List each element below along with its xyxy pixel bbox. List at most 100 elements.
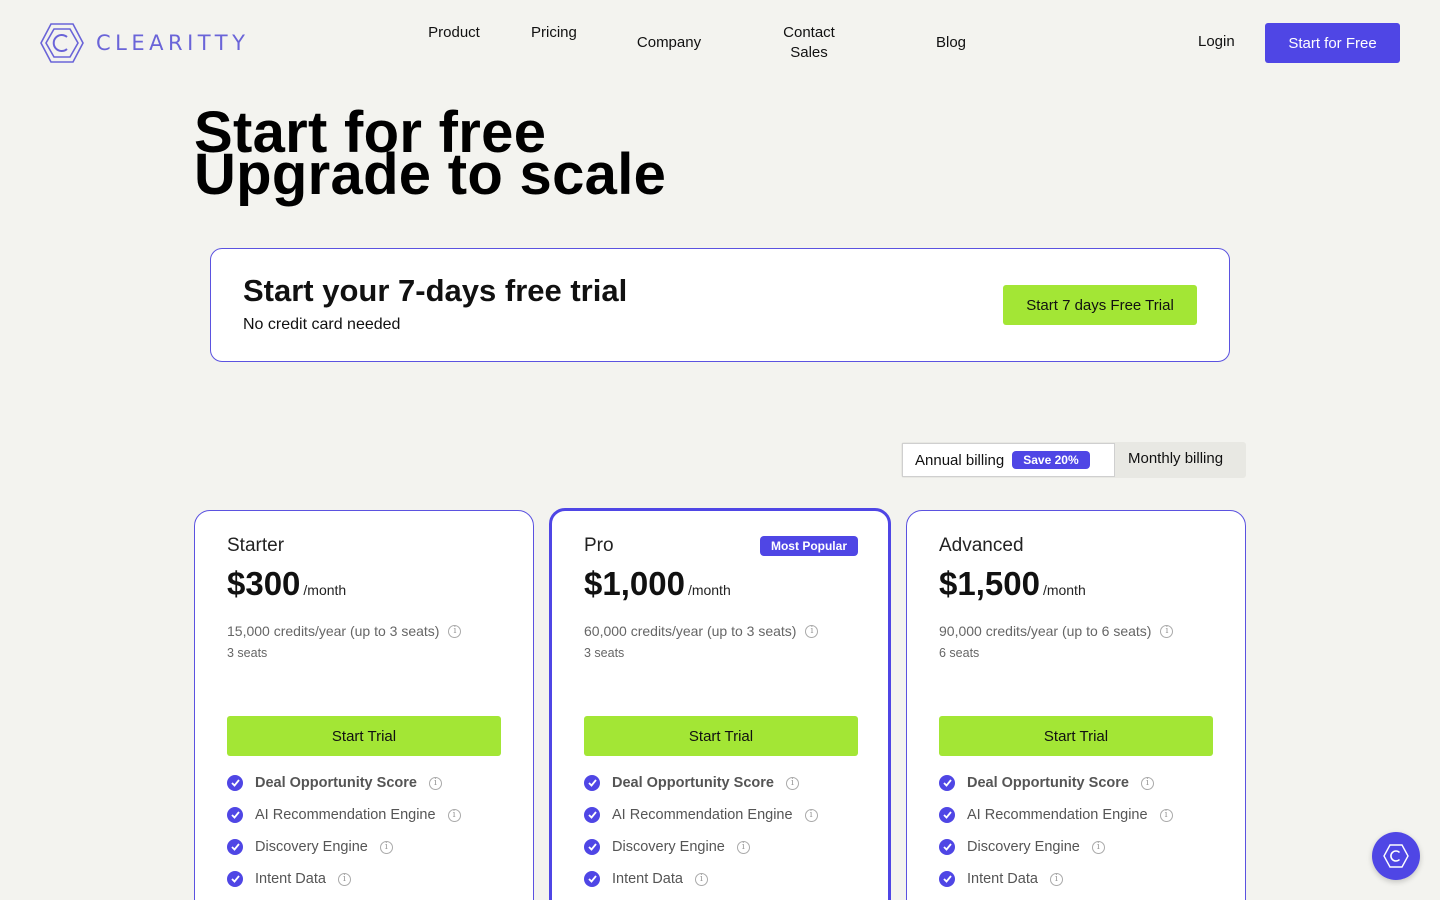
info-icon[interactable]: i [448,624,462,638]
plan-period: /month [687,582,731,598]
nav-blog[interactable]: Blog [930,33,972,53]
feature-list: Deal Opportunity Score i AI Recommendati… [584,767,858,895]
check-circle-icon [227,775,243,791]
info-icon[interactable]: i [337,872,351,886]
info-icon[interactable]: i [1049,872,1063,886]
feature-item: Discovery Engine i [227,831,501,863]
info-icon[interactable]: i [1091,840,1105,854]
feature-item: Discovery Engine i [939,831,1213,863]
nav-pricing[interactable]: Pricing [531,23,577,43]
nav-product-label: Product [428,24,480,41]
feature-label: AI Recommendation Engine [967,807,1148,823]
feature-item: Intent Data i [227,863,501,895]
start-trial-button[interactable]: Start Trial [227,716,501,756]
feature-item: Intent Data i [939,863,1213,895]
plan-credits: 90,000 credits/year (up to 6 seats) i [939,623,1174,639]
trial-title: Start your 7-days free trial [243,273,628,308]
plan-credits: 15,000 credits/year (up to 3 seats) i [227,623,462,639]
hexagon-c-logo-icon [40,23,84,63]
check-circle-icon [584,807,600,823]
feature-label: Deal Opportunity Score [612,775,774,791]
feature-item: Intent Data i [584,863,858,895]
trial-subtitle: No credit card needed [243,316,401,333]
info-icon[interactable]: i [379,840,393,854]
plan-name: Pro [584,535,614,556]
start-trial-button[interactable]: Start Trial [584,716,858,756]
annual-billing-option[interactable]: Annual billing Save 20% [902,443,1115,477]
nav-product[interactable]: Product [428,23,480,43]
info-icon[interactable]: i [1159,808,1173,822]
feature-label: Discovery Engine [255,839,368,855]
check-circle-icon [227,807,243,823]
start-trial-button[interactable]: Start Trial [939,716,1213,756]
info-icon[interactable]: i [428,776,442,790]
feature-label: Discovery Engine [967,839,1080,855]
feature-item: Deal Opportunity Score i [227,767,501,799]
plan-name: Starter [227,535,285,556]
start-trial-label: Start Trial [331,727,397,745]
feature-list: Deal Opportunity Score i AI Recommendati… [227,767,501,895]
check-circle-icon [584,871,600,887]
start-trial-banner-button[interactable]: Start 7 days Free Trial [1003,285,1197,325]
start-for-free-button[interactable]: Start for Free [1265,23,1400,63]
check-circle-icon [584,775,600,791]
plan-credits-text: 60,000 credits/year (up to 3 seats) [584,623,797,639]
price-row: $300 /month [227,565,346,603]
info-icon[interactable]: i [804,808,818,822]
check-circle-icon [939,807,955,823]
plan-card-pro: Pro Most Popular $1,000 /month 60,000 cr… [549,508,891,900]
feature-label: Deal Opportunity Score [255,775,417,791]
brand-name: CLEARITTY [96,31,250,55]
price-row: $1,000 /month [584,565,731,603]
save-badge: Save 20% [1012,451,1090,469]
nav-contact-sales[interactable]: Contact Sales [776,23,842,63]
info-icon[interactable]: i [447,808,461,822]
feature-label: Intent Data [255,871,326,887]
monthly-billing-option[interactable]: Monthly billing [1128,450,1223,467]
plan-credits-text: 90,000 credits/year (up to 6 seats) [939,623,1152,639]
feature-item: AI Recommendation Engine i [227,799,501,831]
start-trial-label: Start Trial [1043,727,1109,745]
chat-widget-button[interactable] [1372,832,1420,880]
start-trial-label: Start Trial [688,727,754,745]
feature-item: AI Recommendation Engine i [939,799,1213,831]
plan-credits: 60,000 credits/year (up to 3 seats) i [584,623,819,639]
feature-item: Discovery Engine i [584,831,858,863]
plan-card-advanced: Advanced $1,500 /month 90,000 credits/ye… [906,510,1246,900]
info-icon[interactable]: i [1160,624,1174,638]
annual-billing-label: Annual billing [915,451,1005,469]
feature-label: AI Recommendation Engine [255,807,436,823]
check-circle-icon [227,839,243,855]
nav-company-label: Company [636,34,702,51]
plan-seats: 3 seats [227,646,268,660]
nav-pricing-label: Pricing [531,24,577,41]
start-for-free-label: Start for Free [1288,34,1377,52]
nav-contact-sales-label: Contact Sales [783,24,835,61]
feature-label: Discovery Engine [612,839,725,855]
feature-item: Deal Opportunity Score i [939,767,1213,799]
check-circle-icon [584,839,600,855]
info-icon[interactable]: i [805,624,819,638]
billing-toggle: Annual billing Save 20% Monthly billing [901,442,1246,478]
feature-label: AI Recommendation Engine [612,807,793,823]
feature-label: Intent Data [967,871,1038,887]
info-icon[interactable]: i [785,776,799,790]
check-circle-icon [939,839,955,855]
chat-widget-icon [1383,844,1409,868]
plan-price: $1,000 [584,565,685,602]
info-icon[interactable]: i [694,872,708,886]
info-icon[interactable]: i [1140,776,1154,790]
login-link[interactable]: Login [1198,33,1235,50]
plan-credits-text: 15,000 credits/year (up to 3 seats) [227,623,440,639]
nav-company[interactable]: Company [630,33,708,53]
check-circle-icon [939,775,955,791]
plan-price: $1,500 [939,565,1040,602]
brand-logo[interactable]: CLEARITTY [40,23,249,63]
plan-period: /month [1042,582,1086,598]
feature-label: Intent Data [612,871,683,887]
price-row: $1,500 /month [939,565,1086,603]
start-trial-banner-label: Start 7 days Free Trial [1026,296,1174,314]
info-icon[interactable]: i [736,840,750,854]
feature-list: Deal Opportunity Score i AI Recommendati… [939,767,1213,895]
plan-name: Advanced [939,535,1024,556]
